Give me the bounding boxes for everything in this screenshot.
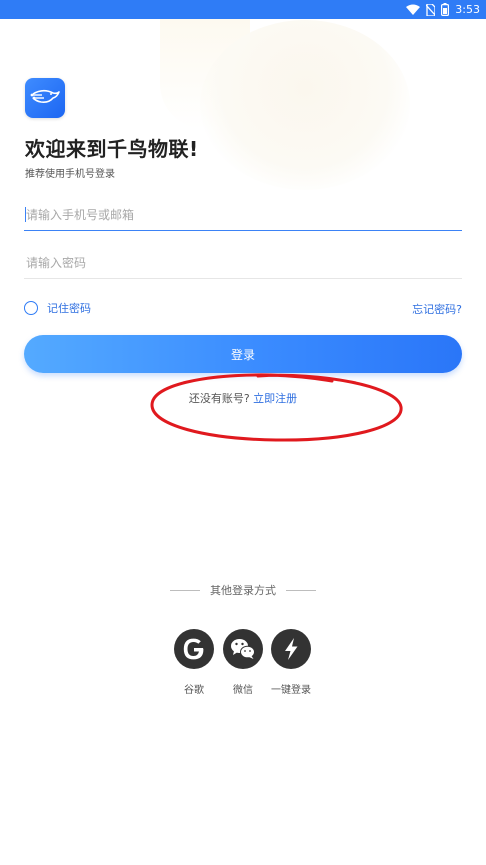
red-annotation-ellipse xyxy=(150,373,403,442)
one-click-login[interactable]: 一键登录 xyxy=(270,629,312,696)
other-login-divider: 其他登录方式 xyxy=(0,582,486,598)
divider-line-left xyxy=(170,589,200,591)
google-login-label: 谷歌 xyxy=(184,685,204,696)
wechat-icon xyxy=(231,639,255,659)
wechat-login[interactable]: 微信 xyxy=(222,629,264,696)
google-icon xyxy=(183,638,204,660)
divider-line-right xyxy=(286,589,316,591)
google-login-button[interactable] xyxy=(174,629,214,669)
one-click-login-button[interactable] xyxy=(271,629,311,669)
google-login[interactable]: 谷歌 xyxy=(173,629,215,696)
lightning-icon xyxy=(285,638,298,660)
other-login-title: 其他登录方式 xyxy=(210,584,276,597)
wechat-login-button[interactable] xyxy=(223,629,263,669)
wechat-login-label: 微信 xyxy=(233,685,253,696)
one-click-login-label: 一键登录 xyxy=(271,685,311,696)
